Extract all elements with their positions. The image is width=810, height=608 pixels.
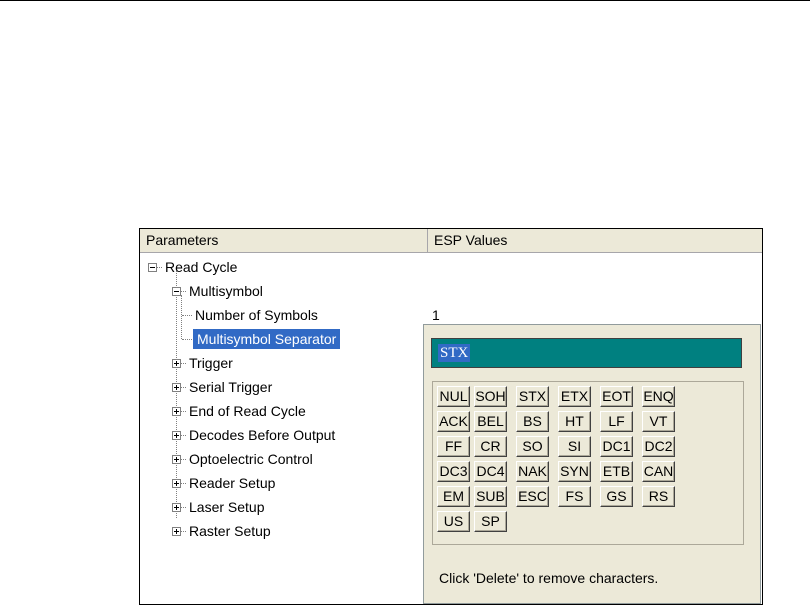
- key-nak[interactable]: NAK: [516, 461, 549, 482]
- tree-label: Optoelectric Control: [189, 451, 313, 467]
- expand-icon[interactable]: [172, 382, 181, 392]
- expand-icon[interactable]: [172, 430, 181, 440]
- tree-node-multisymbol-separator[interactable]: Multisymbol Separator: [182, 329, 341, 349]
- key-ff[interactable]: FF: [437, 436, 470, 457]
- tree-node-trigger[interactable]: Trigger: [172, 353, 233, 373]
- tree-label-multisymbol: Multisymbol: [189, 283, 263, 299]
- key-enq[interactable]: ENQ: [642, 386, 675, 407]
- key-so[interactable]: SO: [516, 436, 549, 457]
- tree-node-end-of-read-cycle[interactable]: End of Read Cycle: [172, 401, 306, 421]
- key-vt[interactable]: VT: [642, 411, 675, 432]
- key-nul[interactable]: NUL: [437, 386, 470, 407]
- key-dc1[interactable]: DC1: [600, 436, 633, 457]
- tree-label-multisymbol-separator: Multisymbol Separator: [193, 329, 341, 349]
- key-dc2[interactable]: DC2: [642, 436, 675, 457]
- collapse-icon[interactable]: [172, 286, 181, 296]
- tree-node-read-cycle[interactable]: Read Cycle: [148, 257, 237, 277]
- key-ack[interactable]: ACK: [437, 411, 470, 432]
- expand-icon[interactable]: [172, 406, 181, 416]
- tree-node-reader-setup[interactable]: Reader Setup: [172, 473, 275, 493]
- key-lf[interactable]: LF: [600, 411, 633, 432]
- separator-value-field[interactable]: STX: [431, 338, 742, 368]
- tree-node-raster-setup[interactable]: Raster Setup: [172, 521, 271, 541]
- expand-icon[interactable]: [172, 358, 181, 368]
- esp-values-column-header[interactable]: ESP Values: [428, 229, 762, 252]
- key-bel[interactable]: BEL: [474, 411, 507, 432]
- key-bs[interactable]: BS: [516, 411, 549, 432]
- collapse-icon[interactable]: [148, 262, 157, 272]
- key-syn[interactable]: SYN: [558, 461, 591, 482]
- key-sp[interactable]: SP: [474, 511, 507, 532]
- expand-icon[interactable]: [172, 454, 181, 464]
- separator-value-text: STX: [438, 344, 471, 362]
- column-header: Parameters ESP Values: [140, 229, 762, 253]
- key-sub[interactable]: SUB: [474, 486, 507, 507]
- control-character-keypad: NUL SOH STX ETX EOT ENQ ACK BEL BS HT LF…: [432, 381, 744, 545]
- tree-label-number-of-symbols: Number of Symbols: [195, 307, 318, 323]
- key-rs[interactable]: RS: [642, 486, 675, 507]
- tree-label: Reader Setup: [189, 475, 276, 491]
- key-stx[interactable]: STX: [516, 386, 549, 407]
- tree-node-decodes-before-output[interactable]: Decodes Before Output: [172, 425, 335, 445]
- tree-node-number-of-symbols[interactable]: Number of Symbols: [182, 305, 318, 325]
- tree-label: Trigger: [189, 355, 233, 371]
- key-gs[interactable]: GS: [600, 486, 633, 507]
- delete-hint-text: Click 'Delete' to remove characters.: [439, 570, 659, 586]
- key-ht[interactable]: HT: [558, 411, 591, 432]
- key-us[interactable]: US: [437, 511, 470, 532]
- parameters-panel: Parameters ESP Values Read Cycle Multisy…: [139, 228, 763, 605]
- key-soh[interactable]: SOH: [474, 386, 507, 407]
- parameters-column-header[interactable]: Parameters: [140, 229, 428, 252]
- key-can[interactable]: CAN: [642, 461, 675, 482]
- separator-editor-popup: STX NUL SOH STX ETX EOT ENQ ACK BEL BS H…: [423, 324, 761, 604]
- page-top-rule: [0, 0, 810, 1]
- tree-label: Serial Trigger: [189, 379, 273, 395]
- key-eot[interactable]: EOT: [600, 386, 633, 407]
- tree-label-read-cycle: Read Cycle: [165, 259, 238, 275]
- key-etx[interactable]: ETX: [558, 386, 591, 407]
- tree-node-laser-setup[interactable]: Laser Setup: [172, 497, 265, 517]
- key-dc4[interactable]: DC4: [474, 461, 507, 482]
- tree-node-optoelectric-control[interactable]: Optoelectric Control: [172, 449, 313, 469]
- key-em[interactable]: EM: [437, 486, 470, 507]
- tree-label: Raster Setup: [189, 523, 271, 539]
- tree-label: End of Read Cycle: [189, 403, 306, 419]
- key-dc3[interactable]: DC3: [437, 461, 470, 482]
- key-cr[interactable]: CR: [474, 436, 507, 457]
- key-esc[interactable]: ESC: [516, 486, 549, 507]
- tree-label: Decodes Before Output: [189, 427, 336, 443]
- expand-icon[interactable]: [172, 502, 181, 512]
- number-of-symbols-value[interactable]: 1: [432, 305, 440, 325]
- tree-node-multisymbol[interactable]: Multisymbol: [172, 281, 263, 301]
- key-si[interactable]: SI: [558, 436, 591, 457]
- key-fs[interactable]: FS: [558, 486, 591, 507]
- expand-icon[interactable]: [172, 478, 181, 488]
- tree-label: Laser Setup: [189, 499, 265, 515]
- expand-icon[interactable]: [172, 526, 181, 536]
- key-etb[interactable]: ETB: [600, 461, 633, 482]
- tree-node-serial-trigger[interactable]: Serial Trigger: [172, 377, 272, 397]
